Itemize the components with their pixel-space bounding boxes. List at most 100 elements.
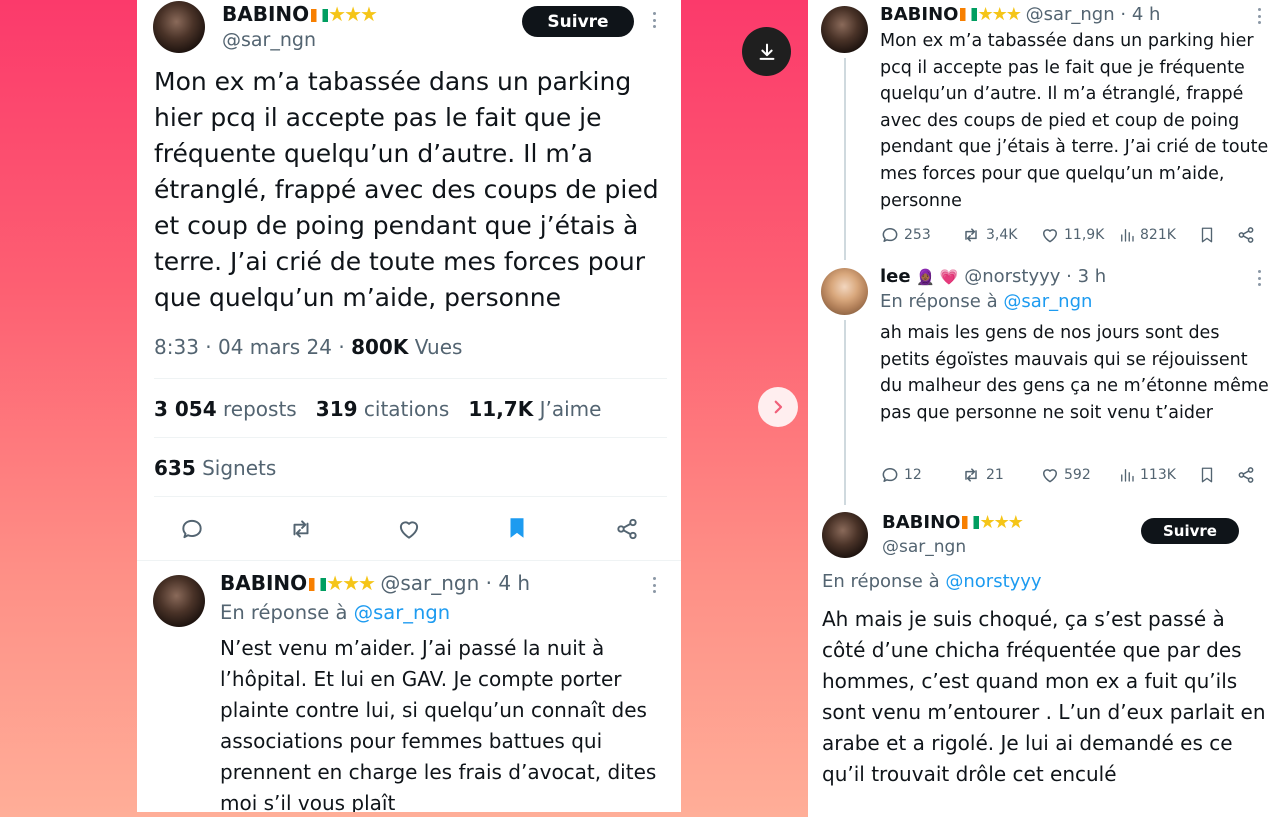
bookmark-icon	[1201, 467, 1213, 483]
avatar[interactable]	[153, 1, 205, 53]
repost-icon	[965, 468, 977, 482]
share-icon	[617, 518, 637, 540]
bookmarks-stat[interactable]: 635 Signets	[154, 456, 276, 480]
author-name-row[interactable]: BABINO ★★★	[882, 512, 1024, 533]
repost-button[interactable]	[286, 516, 316, 546]
repost-count: 3,4K	[986, 227, 1018, 243]
comment-icon	[882, 228, 898, 242]
like-count: 11,9K	[1064, 227, 1105, 243]
repost-button[interactable]: 21	[960, 465, 1004, 485]
share-button[interactable]	[1236, 225, 1260, 245]
more-icon[interactable]	[1257, 270, 1261, 286]
chevron-right-icon	[774, 400, 783, 414]
stars-icon: ★★★	[328, 2, 378, 26]
in-reply-prefix: En réponse à	[822, 571, 940, 592]
more-icon[interactable]	[652, 12, 656, 28]
author-handle[interactable]: @sar_ngn	[882, 537, 966, 557]
like-count: 592	[1064, 467, 1091, 483]
author-name-row[interactable]: BABINO ★★★	[222, 2, 378, 26]
divider	[137, 560, 681, 561]
author-name[interactable]: BABINO	[220, 571, 307, 595]
thread-line	[844, 58, 846, 260]
avatar[interactable]	[153, 575, 205, 627]
tweet-meta: 8:33 · 04 mars 24 · 800K Vues	[154, 335, 463, 359]
right-screenshot: BABINO ★★★ @sar_ngn · 4 h Mon ex m’a taba…	[808, 0, 1273, 817]
likes-stat[interactable]: 11,7K J’aime	[468, 397, 601, 421]
author-name[interactable]: BABINO	[880, 4, 958, 25]
reposts-stat[interactable]: 3 054 reposts	[154, 397, 297, 421]
stars-icon: ★★★	[977, 4, 1021, 25]
tweet-time[interactable]: 4 h	[1132, 4, 1161, 25]
in-reply-to: En réponse à @norstyyy	[822, 571, 1042, 592]
stars-icon: ★★★	[979, 512, 1023, 533]
tweet-date[interactable]: 04 mars 24	[218, 335, 332, 359]
flag-icon	[311, 9, 329, 22]
likes-count: 11,7K	[468, 397, 534, 421]
follow-button[interactable]: Suivre	[522, 6, 634, 37]
bookmark-button[interactable]	[1198, 225, 1220, 245]
reply-button[interactable]: 253	[880, 225, 931, 245]
bookmark-button[interactable]	[1198, 465, 1220, 485]
author-name[interactable]: lee	[880, 266, 911, 287]
author-handle[interactable]: @sar_ngn	[380, 571, 479, 595]
views-count: 113K	[1140, 467, 1176, 483]
emoji-icons: 🧕🏾 💗	[916, 268, 959, 286]
like-button[interactable]	[395, 516, 423, 546]
action-bar: 12 21 592 113K	[880, 465, 1260, 487]
likes-label: J’aime	[539, 397, 602, 421]
like-button[interactable]: 592	[1040, 465, 1091, 485]
repost-button[interactable]: 3,4K	[960, 225, 1017, 245]
bookmark-icon	[1201, 227, 1213, 243]
heart-icon	[399, 521, 419, 539]
tweet-text: N’est venu m’aider. J’ai passé la nuit à…	[220, 636, 657, 812]
heart-icon	[1043, 229, 1057, 243]
avatar[interactable]	[822, 512, 868, 558]
bookmark-button[interactable]	[504, 514, 530, 546]
comment-icon	[882, 468, 898, 482]
reposts-count: 3 054	[154, 397, 217, 421]
in-reply-handle[interactable]: @sar_ngn	[354, 601, 450, 624]
quotes-stat[interactable]: 319 citations	[316, 397, 450, 421]
tweet-time[interactable]: 8:33	[154, 335, 199, 359]
bookmarks-label: Signets	[202, 456, 277, 480]
reply-button[interactable]: 12	[880, 465, 922, 485]
author-name[interactable]: BABINO	[882, 512, 960, 533]
in-reply-to: En réponse à @sar_ngn	[880, 291, 1092, 312]
tweet-time[interactable]: 3 h	[1078, 266, 1107, 287]
follow-button[interactable]: Suivre	[1141, 518, 1239, 544]
reply-button[interactable]	[178, 516, 206, 546]
tweet-text: Mon ex m’a tabassée dans un parking hier…	[880, 31, 1269, 211]
share-button[interactable]	[1236, 465, 1260, 485]
quotes-count: 319	[315, 397, 358, 421]
author-name[interactable]: BABINO	[222, 2, 309, 26]
avatar[interactable]	[821, 6, 868, 53]
repost-count: 21	[986, 467, 1004, 483]
views-icon	[1121, 469, 1134, 482]
stars-icon: ★★★	[326, 571, 376, 595]
views-count: 821K	[1140, 227, 1176, 243]
author-handle[interactable]: @sar_ngn	[1026, 4, 1115, 25]
views-button[interactable]: 113K	[1118, 465, 1176, 485]
bookmarks-count: 635	[154, 456, 196, 480]
more-icon[interactable]	[652, 577, 656, 593]
reply-count: 12	[904, 467, 922, 483]
share-icon	[1238, 227, 1254, 243]
flag-icon	[309, 578, 327, 591]
views-button[interactable]: 821K	[1118, 225, 1176, 245]
flag-icon	[962, 516, 980, 529]
more-icon[interactable]	[1257, 8, 1261, 24]
in-reply-handle[interactable]: @sar_ngn	[1003, 291, 1092, 312]
left-screenshot: BABINO ★★★ @sar_ngn Suivre Mon ex m’a tab…	[137, 0, 681, 812]
download-icon	[759, 43, 774, 60]
author-handle[interactable]: @sar_ngn	[222, 29, 316, 51]
author-handle[interactable]: @norstyyy	[964, 266, 1060, 287]
download-button[interactable]	[742, 27, 791, 76]
engagement-stats: 3 054 reposts 319 citations 11,7K J’aime	[154, 397, 601, 421]
next-button[interactable]	[758, 387, 798, 427]
tweet-time[interactable]: 4 h	[498, 571, 530, 595]
like-button[interactable]: 11,9K	[1040, 225, 1104, 245]
share-button[interactable]	[613, 516, 641, 546]
avatar[interactable]	[821, 268, 868, 315]
in-reply-handle[interactable]: @norstyyy	[945, 571, 1041, 592]
in-reply-prefix: En réponse à	[880, 291, 998, 312]
